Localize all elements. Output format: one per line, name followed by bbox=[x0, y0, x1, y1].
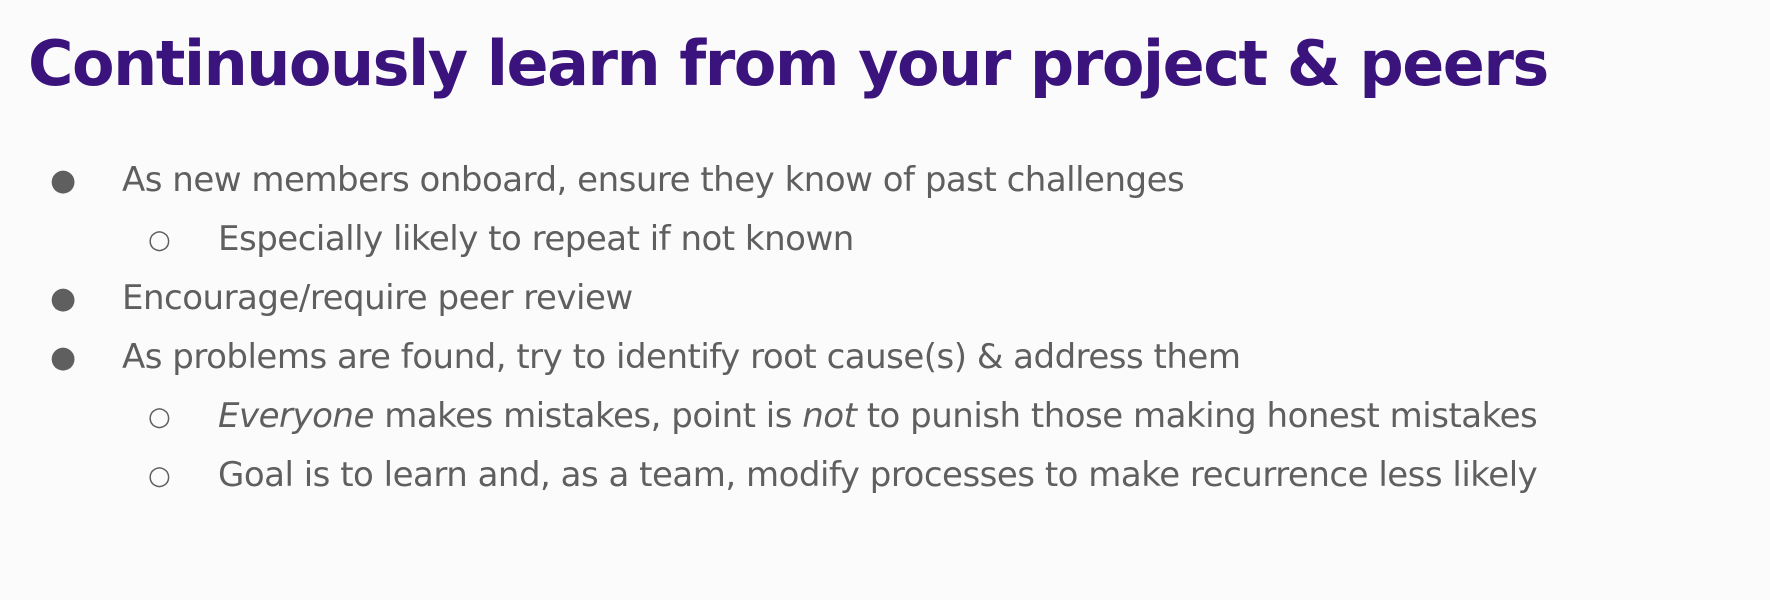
bullet-item: ● As new members onboard, ensure they kn… bbox=[0, 160, 1770, 219]
sub-bullet-text: Everyone makes mistakes, point is not to… bbox=[218, 396, 1538, 437]
bullet-item: ● As problems are found, try to identify… bbox=[0, 337, 1770, 396]
sub-bullet-item: ○ Goal is to learn and, as a team, modif… bbox=[0, 455, 1770, 514]
text-segment: to punish those making honest mistakes bbox=[856, 396, 1538, 436]
emphasis-everyone: Everyone bbox=[218, 396, 374, 436]
slide: Continuously learn from your project & p… bbox=[0, 0, 1770, 600]
bullet-marker: ● bbox=[50, 163, 77, 198]
sub-bullet-item: ○ Everyone makes mistakes, point is not … bbox=[0, 396, 1770, 455]
text-segment: makes mistakes, point is bbox=[373, 396, 803, 436]
slide-title: Continuously learn from your project & p… bbox=[28, 27, 1549, 100]
bullet-marker: ● bbox=[50, 281, 77, 316]
bullet-marker: ● bbox=[50, 340, 77, 375]
emphasis-not: not bbox=[802, 396, 857, 436]
sub-bullet-marker: ○ bbox=[148, 402, 171, 432]
bullet-text: As problems are found, try to identify r… bbox=[122, 337, 1241, 377]
sub-bullet-text: Goal is to learn and, as a team, modify … bbox=[218, 455, 1538, 495]
sub-bullet-marker: ○ bbox=[148, 461, 171, 491]
bullet-list: ● As new members onboard, ensure they kn… bbox=[0, 160, 1770, 514]
bullet-text: As new members onboard, ensure they know… bbox=[122, 160, 1185, 200]
bullet-text: Encourage/require peer review bbox=[122, 278, 633, 318]
sub-bullet-item: ○ Especially likely to repeat if not kno… bbox=[0, 219, 1770, 278]
sub-bullet-marker: ○ bbox=[148, 225, 171, 255]
sub-bullet-text: Especially likely to repeat if not known bbox=[218, 219, 854, 259]
bullet-item: ● Encourage/require peer review bbox=[0, 278, 1770, 337]
